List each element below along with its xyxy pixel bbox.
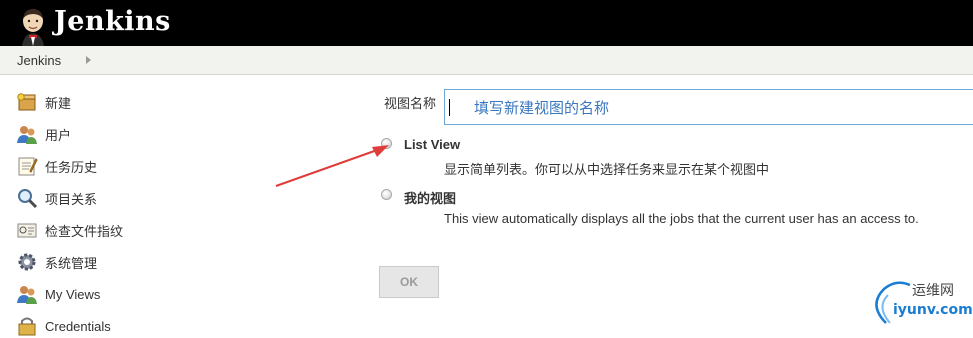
sidebar-item-manage[interactable]: 系统管理 (16, 250, 256, 274)
sidebar-item-label: 任务历史 (45, 159, 98, 175)
list-view-title: List View (404, 137, 461, 152)
view-name-annotation: 填写新建视图的名称 (474, 100, 610, 117)
sidebar-item-label: 项目关系 (45, 191, 98, 207)
users-icon (17, 286, 37, 304)
ok-button[interactable]: OK (379, 266, 439, 298)
text-cursor (449, 99, 450, 116)
new-package-icon (17, 93, 36, 111)
gear-icon (18, 253, 36, 271)
view-name-label: 视图名称 (384, 96, 437, 111)
credentials-icon (18, 317, 36, 336)
watermark-top-text: 运维网 (912, 283, 954, 299)
fingerprint-icon (17, 223, 37, 238)
sidebar-item-label: My Views (45, 286, 101, 302)
list-view-description: 显示简单列表。你可以从中选择任务来显示在某个视图中 (444, 162, 770, 177)
magnifier-icon (18, 189, 38, 209)
users-icon (17, 126, 37, 144)
breadcrumb-item-jenkins[interactable]: Jenkins (17, 53, 61, 68)
sidebar-item-my-views[interactable]: My Views (16, 282, 256, 306)
breadcrumb-chevron-icon[interactable] (86, 56, 91, 64)
annotation-arrow-icon (275, 145, 389, 187)
sidebar-item-label: 检查文件指纹 (45, 223, 124, 239)
jenkins-butler-logo-icon[interactable] (16, 6, 50, 46)
app-title[interactable]: Jenkins (54, 6, 171, 37)
notepad-icon (18, 157, 38, 176)
sidebar-item-label: 系统管理 (45, 255, 98, 271)
watermark-bottom-text: iyunv.com (893, 302, 973, 318)
sidebar-item-users[interactable]: 用户 (16, 122, 256, 146)
sidebar-item-credentials[interactable]: Credentials (16, 314, 256, 338)
sidebar-item-label: 新建 (45, 95, 72, 111)
my-view-title: 我的视图 (404, 191, 457, 206)
sidebar-item-project-relationship[interactable]: 项目关系 (16, 186, 256, 210)
sidebar-item-new[interactable]: 新建 (16, 90, 256, 114)
sidebar-item-build-history[interactable]: 任务历史 (16, 154, 256, 178)
top-header: Jenkins (0, 0, 973, 46)
sidebar-item-label: Credentials (45, 318, 111, 334)
sidebar-item-label: 用户 (45, 127, 72, 143)
sidebar-item-fingerprint[interactable]: 检查文件指纹 (16, 218, 256, 242)
my-view-description: This view automatically displays all the… (444, 211, 919, 226)
breadcrumb: Jenkins (0, 46, 973, 75)
